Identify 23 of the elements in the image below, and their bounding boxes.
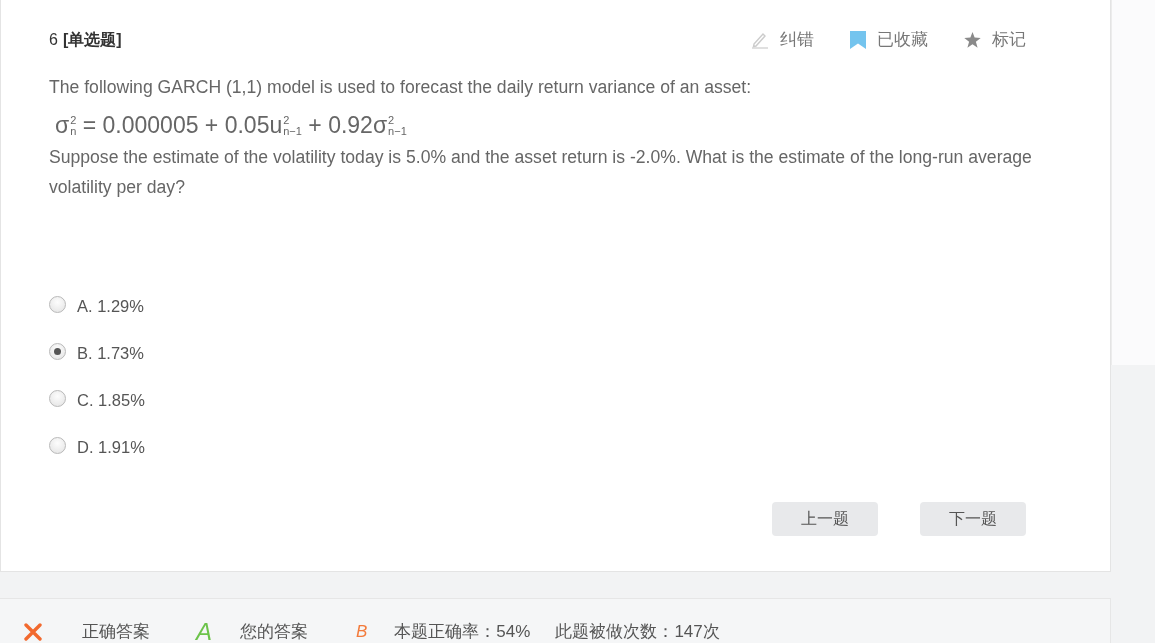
question-number: 6	[49, 31, 58, 49]
answer-letter: A	[196, 622, 212, 642]
answer-label: 正确答案	[82, 622, 150, 642]
radio-button[interactable]	[49, 295, 66, 313]
accuracy-text: 本题正确率：54%	[394, 622, 531, 642]
radio-button[interactable]	[49, 342, 66, 360]
option-label[interactable]: B. 1.73%	[77, 343, 144, 363]
answer-label: 您的答案	[240, 622, 308, 642]
question-text: The following GARCH (1,1) model is used to forecast the daily return variance of an asset:	[49, 76, 753, 99]
radio-button[interactable]	[49, 436, 66, 454]
question-text: Suppose the estimate of the volatility today is 5.0% and the asset return is -2.0%. What is the estimate of the long-run average volatility per day?	[49, 146, 1033, 199]
report-button[interactable]: 纠错	[751, 29, 814, 51]
next-button[interactable]: 下一题	[920, 502, 1026, 536]
attempts-text: 此题被做次数：147次	[555, 622, 720, 642]
option-label[interactable]: D. 1.91%	[77, 437, 145, 457]
mark-button[interactable]: 标记	[964, 29, 1026, 51]
answer-letter: B	[356, 622, 368, 642]
radio-button[interactable]	[49, 389, 66, 407]
question-type: [单选题]	[62, 29, 122, 50]
option-label[interactable]: C. 1.85%	[77, 390, 145, 410]
option-label[interactable]: A. 1.29%	[77, 296, 144, 316]
favorite-button[interactable]: 已收藏	[850, 29, 928, 51]
previous-button[interactable]: 上一题	[772, 502, 878, 536]
